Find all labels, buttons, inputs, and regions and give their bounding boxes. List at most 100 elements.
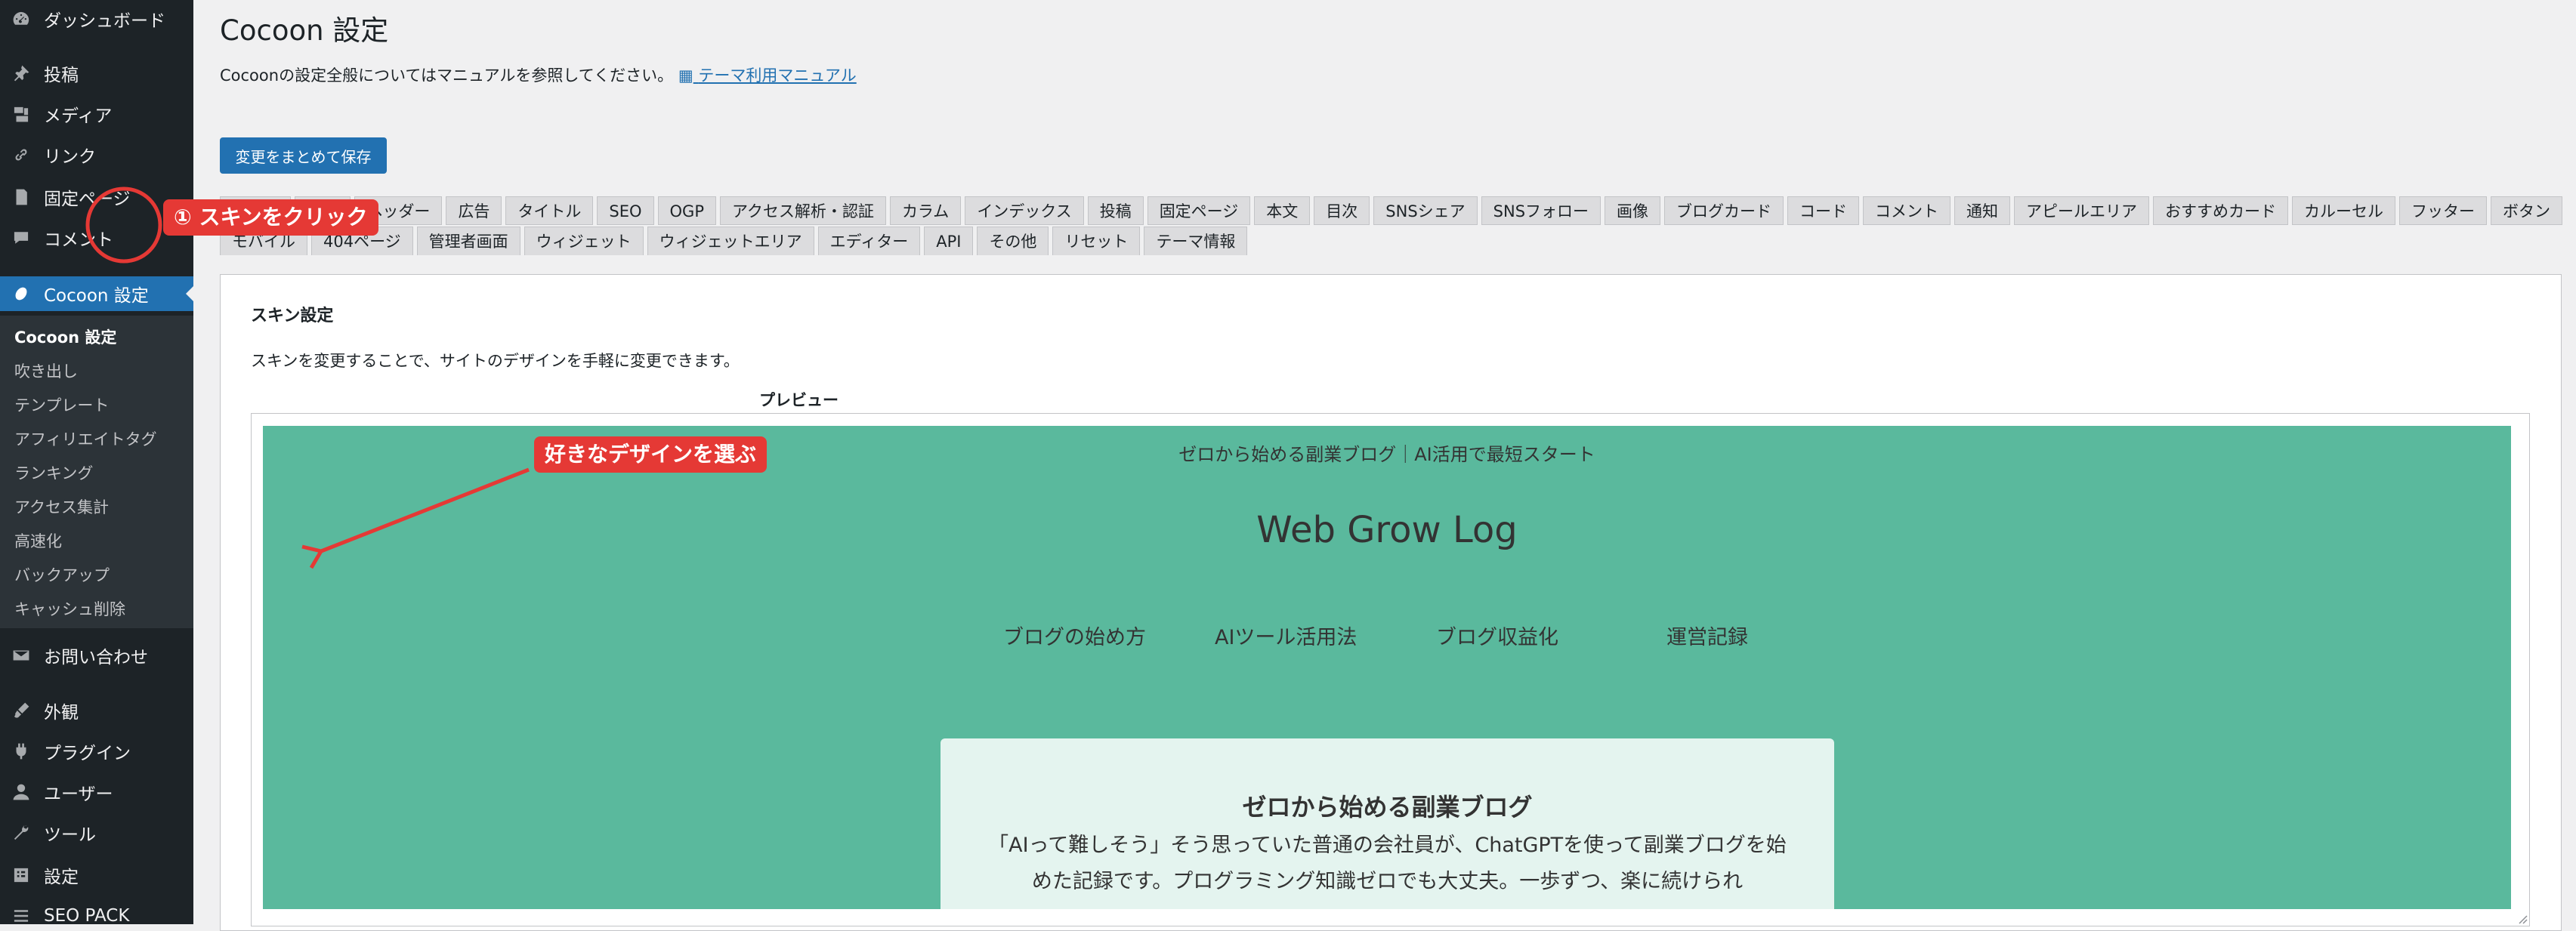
skin-preview-frame[interactable]: ゼロから始める副業ブログ｜AI活用で最短スタート Web Grow Log ブロ… [251, 413, 2530, 926]
menu-seo-pack[interactable]: SEO PACK [0, 899, 193, 924]
tab-row1-5[interactable]: SEO [597, 196, 654, 225]
link-icon [11, 144, 32, 165]
tab-row2-3[interactable]: ウィジェット [524, 227, 644, 255]
resize-grip-icon[interactable] [2517, 914, 2528, 924]
hero-body: 「AIって難しそう」そう思っていた普通の会社員が、ChatGPTを使って副業ブロ… [988, 834, 1787, 893]
list-icon [11, 905, 32, 924]
menu-plugins[interactable]: プラグイン [0, 734, 193, 769]
tab-row2-7[interactable]: その他 [977, 227, 1049, 255]
tab-row1-19[interactable]: コメント [1863, 196, 1951, 225]
tab-row1-10[interactable]: 投稿 [1087, 196, 1144, 225]
tab-row1-24[interactable]: フッター [2399, 196, 2488, 225]
settings-icon [11, 865, 32, 886]
submenu-affiliate-tag[interactable]: アフィリエイトタグ [14, 428, 157, 451]
mail-icon [11, 645, 32, 666]
book-icon: ▦ [678, 66, 693, 85]
tab-row1-6[interactable]: OGP [657, 196, 716, 225]
admin-sidebar: ダッシュボード 投稿 メディア リンク 固定ページ コメント Cocoon 設定… [0, 0, 193, 924]
panel-description: スキンを変更することで、サイトのデザインを手軽に変更できます。 [251, 352, 740, 370]
cocoon-submenu: Cocoon 設定 吹き出し テンプレート アフィリエイトタグ ランキング アク… [0, 316, 193, 628]
media-icon [11, 103, 32, 125]
menu-label: ツール [44, 825, 96, 845]
menu-label: メディア [44, 106, 113, 126]
menu-users[interactable]: ユーザー [0, 775, 193, 809]
cocoon-icon [11, 283, 32, 304]
submenu-template[interactable]: テンプレート [14, 394, 109, 417]
tab-row1-23[interactable]: カルーセル [2292, 196, 2396, 225]
menu-links[interactable]: リンク [0, 137, 193, 172]
menu-label: プラグイン [44, 744, 131, 763]
choose-design-callout: 好きなデザインを選ぶ [534, 436, 768, 473]
site-title: Web Grow Log [1256, 509, 1518, 551]
menu-posts[interactable]: 投稿 [0, 56, 193, 91]
preview-label: プレビュー [759, 391, 839, 409]
tab-row1-7[interactable]: アクセス解析・認証 [719, 196, 886, 225]
menu-label: SEO PACK [44, 906, 130, 924]
plugin-icon [11, 741, 32, 762]
tab-row1-3[interactable]: 広告 [446, 196, 502, 225]
menu-contact[interactable]: お問い合わせ [0, 638, 193, 673]
tab-row1-12[interactable]: 本文 [1254, 196, 1311, 225]
submenu-backup[interactable]: バックアップ [14, 564, 110, 587]
dashboard-icon [11, 8, 32, 29]
menu-label: 外観 [44, 703, 79, 723]
menu-label: ユーザー [44, 785, 113, 804]
page-icon [11, 187, 32, 208]
hero-title: ゼロから始める副業ブログ [1242, 793, 1533, 822]
tab-row2-6[interactable]: API [924, 227, 974, 255]
tab-row1-20[interactable]: 通知 [1954, 196, 2011, 225]
submenu-cocoon-settings[interactable]: Cocoon 設定 [14, 326, 116, 349]
site-nav-item[interactable]: ブログ収益化 [1436, 621, 1558, 650]
skin-settings-panel: スキン設定 スキンを変更することで、サイトのデザインを手軽に変更できます。 プレ… [220, 274, 2562, 931]
menu-label: ダッシュボード [44, 11, 165, 31]
comment-icon [11, 227, 32, 248]
intro-message: Cocoonの設定全般についてはマニュアルを参照してください。 [220, 66, 674, 85]
pin-icon [11, 63, 32, 84]
manual-link[interactable]: ▦ テーマ利用マニュアル [678, 66, 857, 85]
menu-tools[interactable]: ツール [0, 815, 193, 850]
manual-link-label: テーマ利用マニュアル [698, 66, 857, 85]
tab-row1-8[interactable]: カラム [889, 196, 962, 225]
tab-row2-4[interactable]: ウィジェットエリア [647, 227, 814, 255]
tab-row2-8[interactable]: リセット [1052, 227, 1141, 255]
tab-row1-18[interactable]: コード [1787, 196, 1860, 225]
menu-appearance[interactable]: 外観 [0, 693, 193, 728]
tab-row1-17[interactable]: ブログカード [1664, 196, 1784, 225]
tab-row2-2[interactable]: 管理者画面 [416, 227, 520, 255]
tab-row1-4[interactable]: タイトル [505, 196, 594, 225]
tab-row2-9[interactable]: テーマ情報 [1144, 227, 1248, 255]
site-nav-item[interactable]: 運営記録 [1666, 621, 1748, 650]
menu-label: 設定 [44, 868, 79, 887]
tab-row1-14[interactable]: SNSシェア [1373, 196, 1478, 225]
menu-label: コメント [44, 230, 113, 250]
tab-row1-11[interactable]: 固定ページ [1147, 196, 1251, 225]
save-all-button[interactable]: 変更をまとめて保存 [220, 137, 387, 174]
site-nav-item[interactable]: ブログの始め方 [1003, 621, 1146, 650]
hero-card: ゼロから始める副業ブログ 「AIって難しそう」そう思っていた普通の会社員が、Ch… [941, 738, 1834, 909]
submenu-speed[interactable]: 高速化 [14, 530, 62, 553]
tab-row1-21[interactable]: アピールエリア [2014, 196, 2150, 225]
tab-row1-9[interactable]: インデックス [965, 196, 1084, 225]
intro-text: Cocoonの設定全般についてはマニュアルを参照してください。 ▦ テーマ利用マ… [220, 63, 857, 86]
submenu-cache-clear[interactable]: キャッシュ削除 [14, 598, 125, 621]
menu-media[interactable]: メディア [0, 97, 193, 131]
wrench-icon [11, 822, 32, 843]
tab-row1-25[interactable]: ボタン [2491, 196, 2563, 225]
submenu-access-stats[interactable]: アクセス集計 [14, 496, 109, 519]
menu-settings[interactable]: 設定 [0, 858, 193, 892]
tab-row1-16[interactable]: 画像 [1605, 196, 1661, 225]
tab-row1-13[interactable]: 目次 [1314, 196, 1370, 225]
panel-title: スキン設定 [251, 307, 334, 325]
tab-row1-15[interactable]: SNSフォロー [1481, 196, 1602, 225]
submenu-ranking[interactable]: ランキング [14, 462, 93, 485]
settings-tabs-row-1: スキン全体ヘッダー広告タイトルSEOOGPアクセス解析・認証カラムインデックス投… [220, 196, 2566, 225]
site-nav-item[interactable]: AIツール活用法 [1215, 621, 1357, 650]
menu-cocoon-settings[interactable]: Cocoon 設定 [0, 276, 193, 311]
submenu-balloon[interactable]: 吹き出し [14, 360, 78, 383]
tab-row2-5[interactable]: エディター [817, 227, 921, 255]
tab-row1-22[interactable]: おすすめカード [2153, 196, 2289, 225]
menu-dashboard[interactable]: ダッシュボード [0, 2, 193, 36]
preview-site: ゼロから始める副業ブログ｜AI活用で最短スタート Web Grow Log ブロ… [263, 426, 2511, 909]
menu-label: 固定ページ [44, 190, 131, 209]
menu-label: 投稿 [44, 66, 79, 85]
